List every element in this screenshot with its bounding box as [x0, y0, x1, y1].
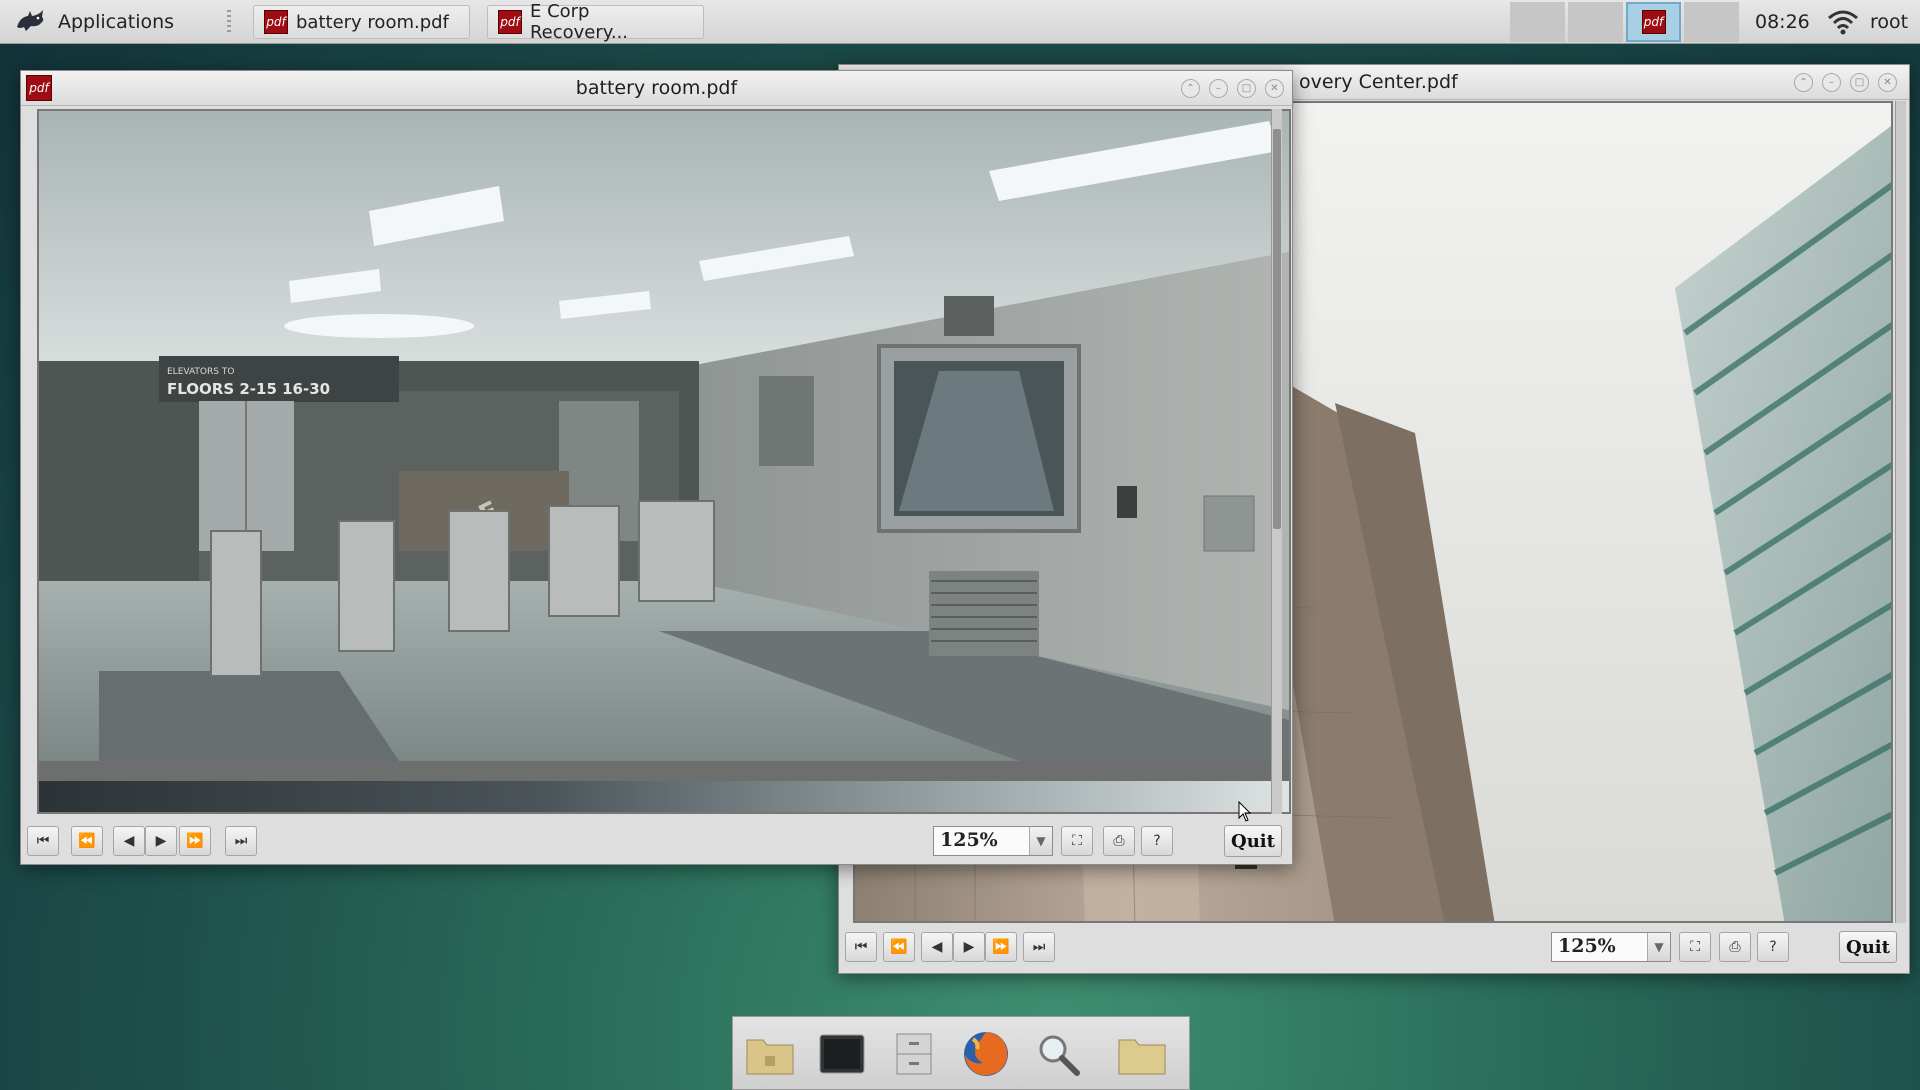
vertical-scrollbar[interactable] [1271, 109, 1282, 814]
forward-10-pages-button[interactable]: ⏩ [985, 932, 1017, 962]
help-button[interactable]: ? [1757, 932, 1789, 962]
home-folder-icon[interactable] [743, 1027, 797, 1081]
pdf-icon: pdf [264, 10, 288, 34]
window-titlebar[interactable]: pdf battery room.pdf ⌃ – □ ✕ [21, 71, 1292, 106]
zoom-select[interactable]: 125% ▼ [933, 826, 1053, 856]
clock[interactable]: 08:26 [1755, 0, 1810, 44]
pdf-icon: pdf [498, 10, 522, 34]
workspace-3-active[interactable]: pdf [1626, 2, 1681, 42]
workspace-1[interactable] [1510, 2, 1565, 42]
back-10-pages-button[interactable]: ⏪ [883, 932, 915, 962]
find-binoculars-icon[interactable]: ⛶ [1679, 932, 1711, 962]
next-page-preview [39, 781, 1289, 812]
workspace-4[interactable] [1684, 2, 1739, 42]
maximize-button[interactable]: □ [1850, 73, 1869, 92]
previous-page-button[interactable]: ◀ [113, 826, 145, 856]
maximize-button[interactable]: □ [1237, 79, 1256, 98]
pdf-window-battery-room: pdf battery room.pdf ⌃ – □ ✕ ELEVATORS T… [20, 70, 1293, 865]
folder-icon[interactable] [1115, 1027, 1169, 1081]
top-panel: Applications pdf battery room.pdf pdf E … [0, 0, 1920, 44]
first-page-button[interactable]: ⏮ [845, 932, 877, 962]
taskbar-button-ecorp-recovery[interactable]: pdf E Corp Recovery... [487, 1, 704, 43]
quit-button[interactable]: Quit [1224, 825, 1282, 857]
back-10-pages-button[interactable]: ⏪ [71, 826, 103, 856]
pdf-icon: pdf [1641, 10, 1666, 34]
zoom-value: 125% [940, 829, 998, 851]
applications-menu-button[interactable]: Applications [8, 4, 180, 40]
search-icon[interactable] [1031, 1027, 1085, 1081]
scrollbar-thumb[interactable] [1273, 129, 1281, 529]
zoom-value: 125% [1558, 935, 1616, 957]
print-icon[interactable]: ⎙ [1719, 932, 1751, 962]
close-button[interactable]: ✕ [1265, 79, 1284, 98]
find-binoculars-icon[interactable]: ⛶ [1061, 826, 1093, 856]
minimize-button[interactable]: – [1209, 79, 1228, 98]
help-button[interactable]: ? [1141, 826, 1173, 856]
chevron-down-icon[interactable]: ▼ [1029, 827, 1052, 855]
pdf-page-view[interactable]: ELEVATORS TO FLOORS 2-15 16-30 E [37, 109, 1291, 814]
firefox-icon[interactable] [959, 1027, 1013, 1081]
chevron-down-icon[interactable]: ▼ [1647, 933, 1670, 961]
taskbar-label: E Corp Recovery... [529, 1, 629, 43]
shade-button[interactable]: ⌃ [1181, 79, 1200, 98]
terminal-icon[interactable] [815, 1027, 869, 1081]
shade-button[interactable]: ⌃ [1794, 73, 1813, 92]
applications-label: Applications [58, 11, 175, 33]
first-page-button[interactable]: ⏮ [27, 826, 59, 856]
taskbar-button-battery-room[interactable]: pdf battery room.pdf [253, 5, 470, 39]
svg-text:FLOORS 2-15 16-30: FLOORS 2-15 16-30 [167, 380, 330, 398]
print-icon[interactable]: ⎙ [1103, 826, 1135, 856]
user-name[interactable]: root [1870, 0, 1908, 44]
viewer-toolbar: ⏮ ⏪ ◀ ▶ ⏩ ⏭ 125% ▼ ⛶ ⎙ ? Quit [21, 819, 1292, 863]
previous-page-button[interactable]: ◀ [921, 932, 953, 962]
wifi-icon[interactable] [1827, 7, 1859, 37]
taskbar-label: battery room.pdf [296, 11, 449, 33]
close-button[interactable]: ✕ [1878, 73, 1897, 92]
window-title: battery room.pdf [575, 77, 738, 99]
panel-separator [227, 10, 231, 34]
viewer-toolbar: ⏮ ⏪ ◀ ▶ ⏩ ⏭ 125% ▼ ⛶ ⎙ ? Quit [839, 925, 1909, 969]
file-cabinet-icon[interactable] [887, 1027, 941, 1081]
next-page-button[interactable]: ▶ [145, 826, 177, 856]
bottom-dock [732, 1016, 1190, 1090]
workspace-2[interactable] [1568, 2, 1623, 42]
next-page-button[interactable]: ▶ [953, 932, 985, 962]
forward-10-pages-button[interactable]: ⏩ [179, 826, 211, 856]
quit-button[interactable]: Quit [1839, 931, 1897, 963]
last-page-button[interactable]: ⏭ [225, 826, 257, 856]
minimize-button[interactable]: – [1822, 73, 1841, 92]
zoom-select[interactable]: 125% ▼ [1551, 932, 1671, 962]
svg-text:ELEVATORS TO: ELEVATORS TO [167, 367, 234, 377]
xfce-mouse-icon [17, 10, 44, 31]
last-page-button[interactable]: ⏭ [1023, 932, 1055, 962]
vertical-scrollbar[interactable] [1895, 101, 1906, 923]
lobby-photo: ELEVATORS TO FLOORS 2-15 16-30 E [39, 111, 1289, 761]
mouse-cursor-icon [1238, 801, 1252, 822]
